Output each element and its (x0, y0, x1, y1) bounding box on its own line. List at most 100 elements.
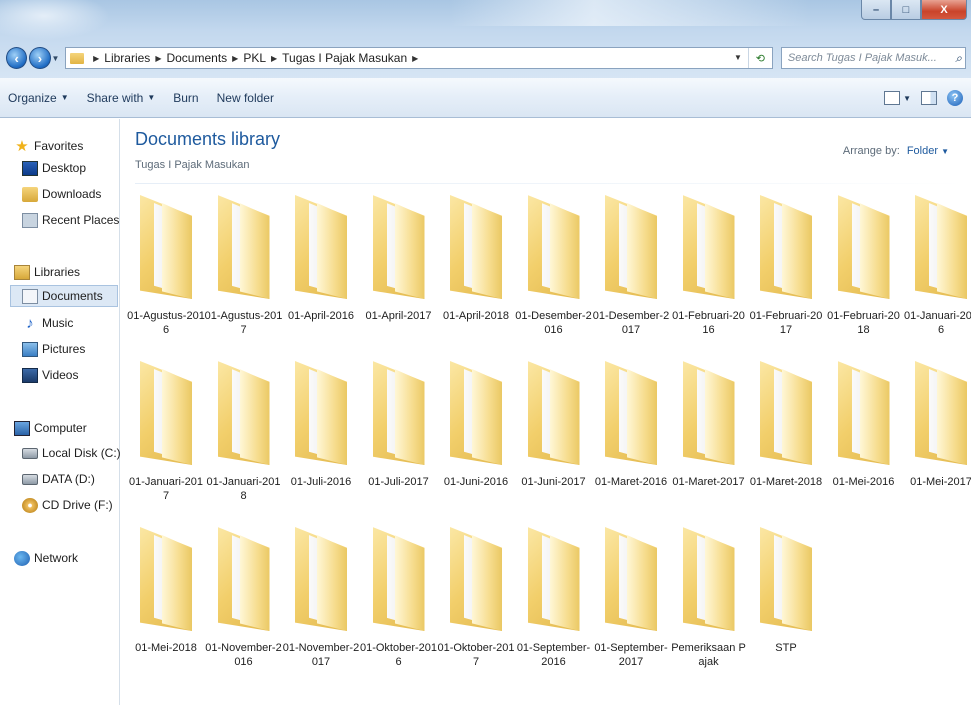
folder-item[interactable]: 01-Januari-2017 (127, 361, 205, 511)
folder-item[interactable]: 01-Februari-2018 (825, 195, 903, 345)
sidebar-item-pictures[interactable]: Pictures (22, 338, 85, 360)
folder-item[interactable]: 01-November-2017 (282, 527, 360, 677)
organize-label: Organize (8, 90, 57, 105)
chevron-right-icon[interactable]: ▶ (232, 54, 238, 63)
folder-item[interactable]: 01-Maret-2017 (670, 361, 748, 511)
folder-item[interactable]: Pemeriksaan Pajak (670, 527, 748, 677)
search-icon[interactable]: ⌕ (955, 51, 962, 66)
folder-item[interactable]: 01-September-2016 (515, 527, 593, 677)
sidebar-item-computer[interactable]: Computer (14, 417, 87, 439)
folder-icon (760, 195, 812, 299)
folder-icon (760, 361, 812, 465)
folder-item[interactable]: 01-April-2017 (360, 195, 438, 345)
folder-icon (527, 527, 580, 631)
folder-item[interactable]: 01-Juni-2017 (515, 361, 593, 511)
share-with-menu[interactable]: Share with ▼ (87, 91, 156, 105)
folder-item[interactable]: 01-Agustus-2016 (127, 195, 205, 345)
folder-item[interactable]: 01-Oktober-2016 (360, 527, 438, 677)
star-icon: ★ (15, 137, 29, 155)
folder-item[interactable]: 01-Maret-2016 (592, 361, 670, 511)
change-view-icon[interactable] (884, 91, 901, 105)
folder-icon (605, 361, 657, 465)
folder-item[interactable]: 01-Februari-2016 (670, 195, 748, 345)
folder-item[interactable]: 01-September-2017 (592, 527, 670, 677)
sidebar-item-videos[interactable]: Videos (22, 364, 78, 386)
sidebar-item-music[interactable]: ♪ Music (22, 312, 73, 334)
burn-button[interactable]: Burn (173, 91, 198, 105)
recent-pages-dropdown[interactable]: ▼ (52, 54, 62, 63)
chevron-right-icon[interactable]: ▶ (412, 54, 418, 63)
folder-item[interactable]: 01-Mei-2018 (127, 527, 205, 677)
organize-menu[interactable]: Organize ▼ (8, 91, 69, 105)
maximize-button[interactable]: □ (891, 0, 921, 20)
folder-item[interactable]: 01-Desember-2016 (515, 195, 593, 345)
folder-item[interactable]: 01-Desember-2017 (592, 195, 670, 345)
sidebar-item-label: Documents (42, 289, 103, 303)
sidebar-item-network[interactable]: Network (14, 547, 78, 569)
recent-places-icon (22, 212, 38, 228)
breadcrumb-current[interactable]: Tugas I Pajak Masukan (282, 51, 407, 65)
folder-item[interactable]: 01-Oktober-2017 (437, 527, 515, 677)
arrange-by-dropdown[interactable]: Folder ▼ (907, 145, 949, 157)
folder-item[interactable]: STP (747, 527, 825, 677)
cd-drive-icon (22, 497, 38, 513)
preview-pane-icon[interactable] (921, 91, 937, 105)
address-dropdown-icon[interactable]: ▼ (734, 53, 742, 62)
folder-item[interactable]: 01-Maret-2018 (747, 361, 825, 511)
folder-item[interactable]: 01-Agustus-2017 (205, 195, 283, 345)
breadcrumb-libraries[interactable]: Libraries (104, 51, 150, 65)
breadcrumb-documents[interactable]: Documents (166, 51, 227, 65)
folder-label: 01-Juni-2017 (521, 476, 586, 488)
sidebar-item-local-disk[interactable]: Local Disk (C:) (22, 442, 121, 464)
chevron-right-icon[interactable]: ▶ (271, 54, 277, 63)
breadcrumb-pkl[interactable]: PKL (243, 51, 266, 65)
sidebar-item-label: CD Drive (F:) (42, 498, 113, 512)
folder-item[interactable]: 01-April-2018 (437, 195, 515, 345)
library-title: Documents library (135, 129, 281, 149)
folder-label: 01-Agustus-2017 (204, 310, 283, 336)
sidebar-item-desktop[interactable]: Desktop (22, 157, 86, 179)
close-button[interactable]: X (921, 0, 967, 20)
folder-item[interactable]: 01-Mei-2016 (825, 361, 903, 511)
folder-item[interactable]: 01-November-2016 (205, 527, 283, 677)
folder-item[interactable]: 01-Mei-2017 (902, 361, 971, 511)
folder-icon (450, 527, 502, 631)
folder-label: 01-April-2016 (287, 310, 355, 322)
chevron-right-icon[interactable]: ▶ (93, 54, 99, 63)
chevron-down-icon[interactable]: ▼ (903, 94, 911, 103)
search-input[interactable]: Search Tugas I Pajak Masuk... ⌕ (780, 47, 966, 69)
sidebar-item-documents[interactable]: Documents (10, 285, 118, 307)
sidebar-item-cd-drive[interactable]: CD Drive (F:) (22, 494, 113, 516)
folder-icon (372, 361, 425, 465)
folder-item[interactable]: 01-Januari-2018 (205, 361, 283, 511)
folder-item[interactable]: 01-Januari-2016 (902, 195, 971, 345)
folder-label: STP (775, 642, 797, 654)
folder-icon (915, 361, 967, 465)
sidebar-item-data-drive[interactable]: DATA (D:) (22, 468, 95, 490)
sidebar-item-favorites[interactable]: ★ Favorites (14, 135, 83, 157)
sidebar-item-label: Computer (34, 421, 87, 435)
folder-item[interactable]: 01-Juli-2016 (282, 361, 360, 511)
folder-icon (295, 195, 347, 299)
folder-item[interactable]: 01-Februari-2017 (747, 195, 825, 345)
help-icon[interactable]: ? (947, 90, 963, 106)
folder-label: 01-Februari-2016 (672, 310, 745, 336)
document-icon (22, 288, 38, 304)
folder-label: 01-April-2017 (365, 310, 432, 322)
back-button[interactable]: ‹ (6, 47, 28, 69)
forward-button[interactable]: › (29, 47, 51, 69)
chevron-right-icon[interactable]: ▶ (155, 54, 161, 63)
arrange-by-label: Arrange by: (842, 145, 900, 157)
folder-item[interactable]: 01-April-2016 (282, 195, 360, 345)
sidebar-item-label: Recent Places (42, 213, 120, 227)
hard-disk-icon (22, 447, 38, 459)
sidebar-item-libraries[interactable]: Libraries (14, 261, 80, 283)
folder-item[interactable]: 01-Juni-2016 (437, 361, 515, 511)
address-bar[interactable]: ▶ Libraries ▶ Documents ▶ PKL ▶ Tugas I … (65, 47, 773, 69)
sidebar-item-recent-places[interactable]: Recent Places (22, 209, 119, 231)
sidebar-item-downloads[interactable]: Downloads (22, 183, 101, 205)
folder-item[interactable]: 01-Juli-2017 (360, 361, 438, 511)
new-folder-button[interactable]: New folder (217, 91, 274, 105)
refresh-button[interactable]: ⟲ (747, 48, 772, 68)
minimize-button[interactable]: – (861, 0, 891, 20)
